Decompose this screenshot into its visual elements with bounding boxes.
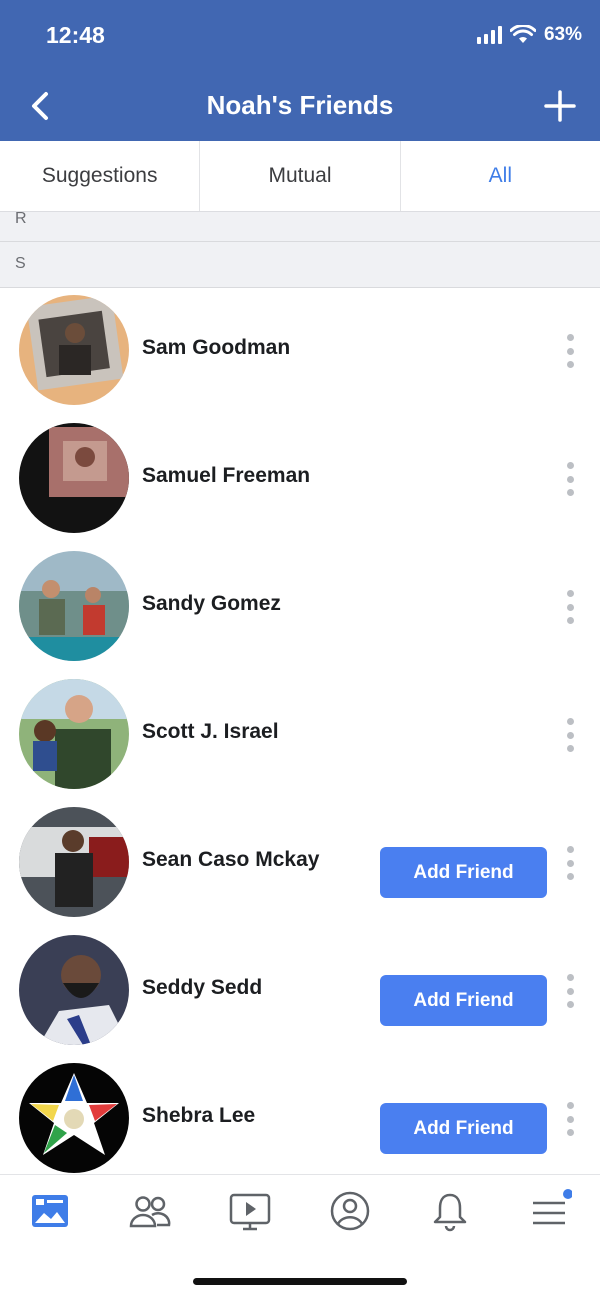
news-feed-icon[interactable] <box>28 1189 72 1233</box>
signal-icon <box>476 26 502 44</box>
status-indicators: 63% <box>476 24 582 46</box>
profile-icon[interactable] <box>328 1189 372 1233</box>
list-item[interactable]: Scott J. Israel <box>0 672 600 800</box>
avatar[interactable] <box>19 1063 129 1173</box>
friend-name[interactable]: Samuel Freeman <box>142 464 310 488</box>
add-friend-button[interactable]: Add Friend <box>380 1103 547 1154</box>
friend-name[interactable]: Sandy Gomez <box>142 592 281 616</box>
friends-icon[interactable] <box>128 1189 172 1233</box>
nav-bar: Noah's Friends <box>0 74 600 141</box>
battery-level: 63% <box>543 24 582 45</box>
more-options-icon[interactable] <box>560 334 580 368</box>
tab-suggestions[interactable]: Suggestions <box>0 141 199 211</box>
page-title: Noah's Friends <box>206 90 394 120</box>
add-friend-button[interactable]: Add Friend <box>380 975 547 1026</box>
notifications-icon[interactable] <box>428 1189 472 1233</box>
avatar[interactable] <box>19 551 129 661</box>
list-item[interactable]: Shebra Lee Add Friend <box>0 1056 600 1184</box>
status-time: 12:48 <box>46 22 105 48</box>
section-header-r: R <box>0 211 600 242</box>
list-item[interactable]: Sandy Gomez <box>0 544 600 672</box>
friend-name[interactable]: Scott J. Israel <box>142 720 279 744</box>
home-indicator <box>193 1278 407 1285</box>
list-item[interactable]: Sam Goodman <box>0 288 600 416</box>
list-item[interactable]: Samuel Freeman <box>0 416 600 544</box>
avatar[interactable] <box>19 423 129 533</box>
friend-name[interactable]: Sam Goodman <box>142 336 290 360</box>
plus-icon[interactable] <box>540 86 580 126</box>
more-options-icon[interactable] <box>560 1102 580 1136</box>
section-header-s: S <box>0 242 600 288</box>
app-header: 12:48 63% Noah's Friends <box>0 0 600 141</box>
menu-icon[interactable] <box>528 1189 572 1233</box>
tab-mutual[interactable]: Mutual <box>199 141 399 211</box>
list-item[interactable]: Sean Caso Mckay Add Friend <box>0 800 600 928</box>
avatar[interactable] <box>19 935 129 1045</box>
status-bar: 12:48 63% <box>0 0 600 74</box>
avatar[interactable] <box>19 295 129 405</box>
more-options-icon[interactable] <box>560 846 580 880</box>
tab-all[interactable]: All <box>399 141 600 211</box>
friends-tabs: Suggestions Mutual All <box>0 141 600 212</box>
more-options-icon[interactable] <box>560 974 580 1008</box>
friend-name[interactable]: Shebra Lee <box>142 1104 255 1128</box>
avatar[interactable] <box>19 807 129 917</box>
add-friend-button[interactable]: Add Friend <box>380 847 547 898</box>
wifi-icon <box>509 25 536 43</box>
more-options-icon[interactable] <box>560 590 580 624</box>
watch-icon[interactable] <box>228 1189 272 1233</box>
more-options-icon[interactable] <box>560 462 580 496</box>
more-options-icon[interactable] <box>560 718 580 752</box>
friend-name[interactable]: Sean Caso Mckay <box>142 848 319 872</box>
list-item[interactable]: Seddy Sedd Add Friend <box>0 928 600 1056</box>
friend-name[interactable]: Seddy Sedd <box>142 976 262 1000</box>
avatar[interactable] <box>19 679 129 789</box>
